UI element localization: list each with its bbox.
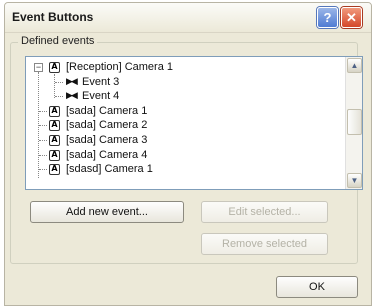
- tree-node-camera[interactable]: A [sada] Camera 2: [26, 118, 344, 133]
- tree-node-label: Event 3: [82, 75, 120, 88]
- chevron-down-icon: ▼: [350, 176, 359, 185]
- tree-node-camera[interactable]: A [sada] Camera 1: [26, 104, 344, 119]
- event-icon: ▶◀: [66, 91, 78, 102]
- camera-icon: A: [49, 149, 60, 161]
- help-icon: ?: [323, 10, 332, 25]
- camera-icon: A: [49, 105, 60, 117]
- tree-connector: [39, 139, 47, 141]
- close-button[interactable]: ✕: [341, 7, 362, 28]
- scroll-thumb[interactable]: [347, 109, 362, 135]
- tree-node-label: [sdasd] Camera 1: [66, 163, 153, 176]
- events-tree[interactable]: − A [Reception] Camera 1 ▶◀ Event 3 ▶◀ E…: [25, 56, 363, 190]
- tree-node-camera[interactable]: − A [Reception] Camera 1: [26, 60, 344, 75]
- tree-node-event[interactable]: ▶◀ Event 4: [26, 89, 344, 104]
- tree-connector: [39, 154, 47, 156]
- tree-node-label: [sada] Camera 1: [66, 104, 148, 117]
- add-new-event-button[interactable]: Add new event...: [30, 201, 184, 223]
- camera-icon: A: [49, 164, 60, 176]
- remove-selected-button[interactable]: Remove selected: [201, 233, 328, 255]
- tree-connector: [39, 169, 47, 171]
- scroll-down-button[interactable]: ▼: [347, 173, 362, 188]
- window-title: Event Buttons: [12, 10, 94, 24]
- tree-connector: [55, 81, 63, 83]
- title-bar[interactable]: Event Buttons ? ✕: [5, 3, 371, 33]
- chevron-up-icon: ▲: [350, 61, 359, 70]
- tree-node-label: [sada] Camera 2: [66, 119, 148, 132]
- camera-icon: A: [49, 62, 60, 73]
- tree-node-label: Event 4: [82, 90, 120, 103]
- tree-node-camera[interactable]: A [sada] Camera 3: [26, 133, 344, 148]
- tree-connector: [39, 125, 47, 127]
- scroll-up-button[interactable]: ▲: [347, 58, 362, 73]
- group-label: Defined events: [18, 35, 98, 47]
- ok-button[interactable]: OK: [276, 276, 358, 298]
- tree-node-label: [sada] Camera 3: [66, 133, 148, 146]
- event-icon: ▶◀: [66, 76, 78, 87]
- edit-selected-button[interactable]: Edit selected...: [201, 201, 328, 223]
- help-button[interactable]: ?: [317, 7, 338, 28]
- tree-node-event[interactable]: ▶◀ Event 3: [26, 75, 344, 90]
- tree-connector: [55, 96, 63, 98]
- collapse-icon[interactable]: −: [34, 63, 43, 72]
- close-icon: ✕: [346, 9, 357, 25]
- tree-node-camera[interactable]: A [sada] Camera 4: [26, 148, 344, 163]
- tree-node-label: [sada] Camera 4: [66, 148, 148, 161]
- tree-scrollbar[interactable]: ▲ ▼: [345, 57, 362, 189]
- tree-connector: [39, 110, 47, 112]
- tree-node-label: [Reception] Camera 1: [66, 61, 173, 73]
- camera-icon: A: [49, 120, 60, 132]
- camera-icon: A: [49, 134, 60, 146]
- tree-node-camera[interactable]: A [sdasd] Camera 1: [26, 162, 344, 177]
